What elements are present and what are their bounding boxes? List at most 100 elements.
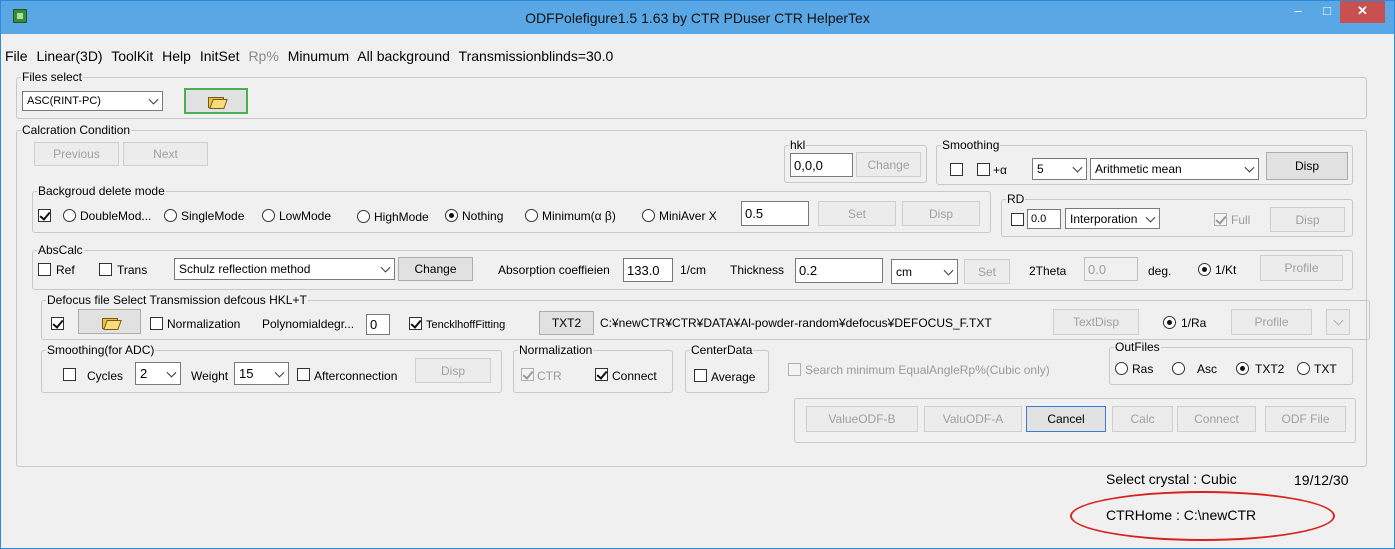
odf-file-button[interactable]: ODF File	[1265, 406, 1346, 432]
average-label: Average	[711, 370, 756, 384]
rd-value-input[interactable]: 0.0	[1027, 209, 1061, 229]
ra-radio[interactable]	[1163, 316, 1176, 329]
open-folder-icon	[208, 95, 224, 108]
cycles-checkbox[interactable]	[63, 368, 76, 381]
rd-full-checkbox[interactable]	[1214, 213, 1227, 226]
thickness-unit-select[interactable]: cm	[891, 259, 958, 284]
normalization-legend: Normalization	[518, 343, 594, 357]
defocus-profile-button[interactable]: Profile	[1231, 309, 1312, 335]
two-theta-input[interactable]: 0.0	[1084, 257, 1138, 281]
kt-radio[interactable]	[1198, 263, 1211, 276]
single-mode-label: SingleMode	[181, 209, 245, 223]
menu-help[interactable]: Help	[162, 48, 191, 64]
ras-radio[interactable]	[1115, 362, 1128, 375]
abscalc-method-value: Schulz reflection method	[179, 262, 311, 276]
menu-linear[interactable]: Linear(3D)	[36, 48, 102, 64]
normalization-checkbox[interactable]	[150, 317, 163, 330]
weight-select[interactable]: 15	[234, 362, 289, 385]
txt-label: TXT	[1314, 362, 1337, 376]
smoothing-checkbox[interactable]	[950, 163, 963, 176]
single-mode-radio[interactable]	[164, 209, 177, 222]
nothing-radio[interactable]	[445, 209, 458, 222]
hkl-change-button[interactable]: Change	[856, 152, 921, 177]
title-bar[interactable]: ODFPolefigure1.5 1.63 by CTR PDuser CTR …	[1, 1, 1394, 34]
smoothing-alpha-checkbox[interactable]	[977, 163, 990, 176]
search-checkbox[interactable]	[788, 363, 801, 376]
miniaver-radio[interactable]	[642, 209, 655, 222]
close-button[interactable]: ✕	[1340, 1, 1385, 23]
menu-initset[interactable]: InitSet	[200, 48, 240, 64]
tenck-label: TencklhoffFitting	[426, 319, 506, 331]
rd-method-select[interactable]: Interporation	[1065, 208, 1160, 229]
afterconnection-checkbox[interactable]	[297, 368, 310, 381]
minimum-radio[interactable]	[525, 209, 538, 222]
menu-all-background[interactable]: All background	[357, 48, 450, 64]
defocus-checkbox[interactable]	[51, 317, 64, 330]
previous-button[interactable]: Previous	[34, 142, 119, 166]
menu-transmissionblinds[interactable]: Transmissionblinds=30.0	[459, 48, 614, 64]
absorption-input[interactable]: 133.0	[623, 258, 673, 282]
smoothing-legend: Smoothing	[941, 138, 1001, 152]
menu-minumum[interactable]: Minumum	[288, 48, 349, 64]
next-button[interactable]: Next	[123, 142, 208, 166]
valueodf-a-button[interactable]: ValuODF-A	[924, 406, 1022, 432]
bg-delete-checkbox[interactable]	[38, 209, 51, 222]
ra-label: 1/Ra	[1181, 316, 1207, 330]
open-file-button[interactable]	[184, 88, 248, 114]
abscalc-change-button[interactable]: Change	[398, 257, 473, 281]
menu-rp[interactable]: Rp%	[248, 48, 278, 64]
abscalc-profile-button[interactable]: Profile	[1260, 255, 1343, 281]
polynomial-input[interactable]: 0	[366, 314, 390, 335]
deg-label: deg.	[1148, 264, 1172, 278]
adc-disp-button[interactable]: Disp	[415, 358, 491, 383]
tenck-checkbox[interactable]	[409, 317, 422, 330]
abscalc-set-button[interactable]: Set	[964, 259, 1010, 284]
hkl-input[interactable]: 0,0,0	[790, 153, 853, 177]
smoothing-method-select[interactable]: Arithmetic mean	[1090, 158, 1259, 180]
connect-checkbox[interactable]	[595, 368, 608, 381]
low-mode-radio[interactable]	[262, 209, 275, 222]
chevron-down-icon	[274, 367, 285, 378]
smoothing-n-select[interactable]: 5	[1032, 158, 1087, 180]
chevron-down-icon	[1333, 315, 1344, 326]
chevron-down-icon	[1333, 315, 1344, 327]
thickness-input[interactable]: 0.2	[795, 258, 883, 283]
rd-method-value: Interporation	[1070, 211, 1138, 226]
average-checkbox[interactable]	[694, 369, 707, 382]
minimize-button[interactable]: –	[1283, 1, 1313, 23]
txt2-radio[interactable]	[1236, 362, 1249, 375]
rd-checkbox[interactable]	[1011, 213, 1024, 226]
defocus-open-button[interactable]	[78, 309, 141, 334]
menu-toolkit[interactable]: ToolKit	[111, 48, 153, 64]
maximize-button[interactable]: □	[1312, 1, 1342, 23]
txt2-button[interactable]: TXT2	[539, 311, 594, 335]
defocus-expand-button[interactable]	[1326, 309, 1350, 335]
textdisp-button[interactable]: TextDisp	[1053, 309, 1139, 335]
txt-radio[interactable]	[1297, 362, 1310, 375]
asc-radio[interactable]	[1172, 362, 1185, 375]
weight-value: 15	[239, 366, 254, 381]
trans-checkbox[interactable]	[99, 263, 112, 276]
abscalc-method-select[interactable]: Schulz reflection method	[174, 258, 395, 280]
abscalc-legend: AbsCalc	[37, 243, 84, 257]
ref-checkbox[interactable]	[38, 263, 51, 276]
afterconnection-label: Afterconnection	[314, 369, 398, 383]
bg-disp-button[interactable]: Disp	[902, 201, 980, 226]
file-format-select[interactable]: ASC(RINT-PC)	[22, 91, 163, 111]
smoothing-disp-button[interactable]: Disp	[1266, 152, 1348, 180]
bg-value-input[interactable]: 0.5	[741, 201, 809, 226]
double-mode-radio[interactable]	[63, 209, 76, 222]
bg-set-button[interactable]: Set	[818, 201, 896, 226]
cancel-button[interactable]: Cancel	[1026, 406, 1106, 432]
minimum-label: Minimum(α β)	[542, 209, 616, 223]
menu-file[interactable]: File	[5, 48, 28, 64]
rd-disp-button[interactable]: Disp	[1270, 207, 1345, 232]
two-theta-label: 2Theta	[1029, 264, 1067, 278]
weight-label: Weight	[191, 369, 229, 383]
connect-button[interactable]: Connect	[1177, 406, 1256, 432]
high-mode-radio[interactable]	[357, 210, 370, 223]
valueodf-b-button[interactable]: ValueODF-B	[806, 406, 918, 432]
ctr-checkbox[interactable]	[521, 368, 534, 381]
calc-button[interactable]: Calc	[1112, 406, 1173, 432]
cycles-select[interactable]: 2	[135, 362, 181, 385]
